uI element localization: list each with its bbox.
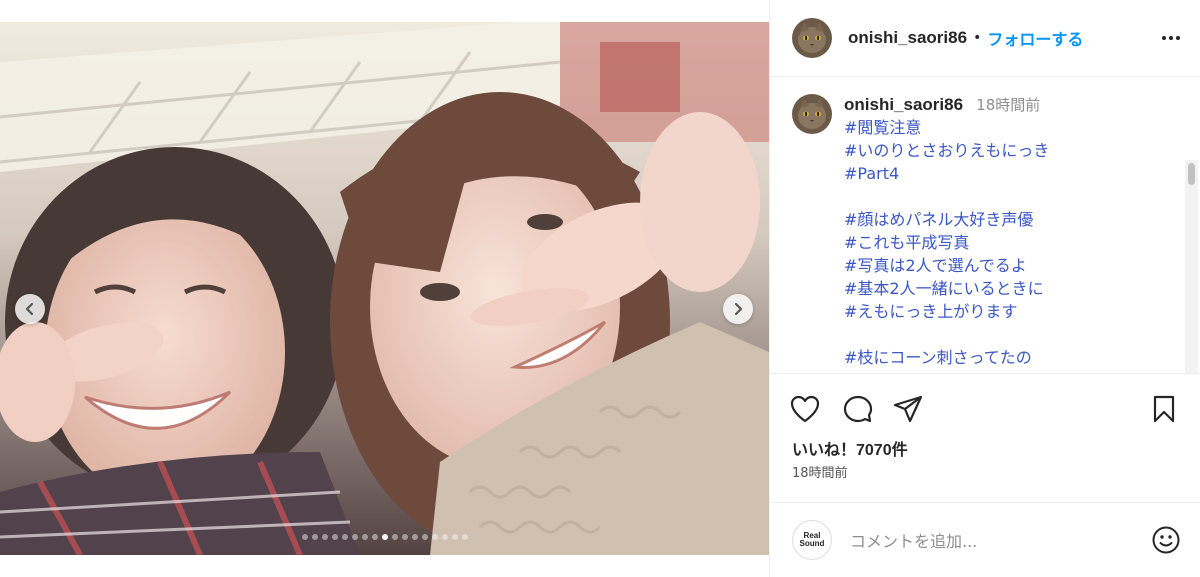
hashtag-link[interactable]: #いのりとさおりえもにっき — [844, 139, 1049, 162]
post-media[interactable] — [0, 22, 769, 555]
caption-timestamp[interactable]: 18時間前 — [976, 96, 1040, 114]
carousel-dot — [301, 534, 308, 540]
post-photo — [0, 22, 769, 555]
scrollbar-thumb[interactable] — [1188, 163, 1195, 185]
caption-meta: onishi_saori86 18時間前 — [844, 94, 1040, 115]
post-side-panel: onishi_saori86 • フォローする onishi_saori86 1… — [769, 0, 1200, 577]
hashtag-link[interactable]: #Part4 — [844, 162, 1049, 185]
logo-line-2: Sound — [799, 539, 825, 548]
comment-input[interactable]: コメントを追加... — [850, 528, 977, 552]
hashtag-link[interactable]: #枝にコーン刺さってたの — [844, 346, 1049, 369]
action-bar — [770, 392, 1200, 426]
carousel-next-button[interactable] — [723, 294, 753, 324]
paper-plane-icon — [893, 395, 923, 423]
likes-count[interactable]: いいね！7070件 — [792, 436, 908, 460]
carousel-dot — [361, 534, 368, 540]
carousel-dot — [341, 534, 348, 540]
carousel-prev-button[interactable] — [15, 294, 45, 324]
bookmark-icon — [1153, 395, 1175, 423]
author-username[interactable]: onishi_saori86 — [848, 28, 967, 48]
carousel-dot — [421, 534, 428, 540]
cat-avatar-image — [792, 94, 832, 134]
hashtag-link[interactable]: #顔はめパネル大好き声優 — [844, 208, 1049, 231]
caption-hashtags: #閲覧注意 #いのりとさおりえもにっき #Part4 #顔はめパネル大好き声優 #これも… — [844, 116, 1049, 369]
carousel-dot — [401, 534, 408, 540]
carousel-dot — [441, 534, 448, 540]
carousel-dot — [461, 534, 468, 540]
carousel-dot — [331, 534, 338, 540]
comment-bubble-icon — [843, 395, 873, 423]
like-button[interactable] — [788, 392, 822, 426]
hashtag-link[interactable]: #基本2人一緒にいるときに — [844, 277, 1049, 300]
more-options-button[interactable] — [1159, 28, 1183, 48]
chevron-left-icon — [25, 302, 34, 316]
comment-bar: Real Sound コメントを追加... — [770, 502, 1200, 577]
caption-username[interactable]: onishi_saori86 — [844, 95, 963, 114]
post-timestamp[interactable]: 18時間前 — [792, 462, 848, 481]
carousel-indicator — [0, 534, 769, 540]
caption-scrollbar[interactable] — [1185, 160, 1198, 373]
caption-author-avatar[interactable] — [792, 94, 832, 134]
follow-button[interactable]: フォローする — [987, 26, 1083, 50]
carousel-dot — [391, 534, 398, 540]
carousel-dot — [371, 534, 378, 540]
instagram-post-page: onishi_saori86 • フォローする onishi_saori86 1… — [0, 0, 1200, 577]
share-button[interactable] — [891, 392, 925, 426]
carousel-dot-active — [381, 534, 388, 540]
more-dot — [1176, 36, 1180, 40]
realsound-logo-avatar: Real Sound — [792, 520, 832, 560]
hashtag-link[interactable]: #写真は2人で選んでるよ — [844, 254, 1049, 277]
heart-icon — [790, 395, 820, 423]
author-avatar[interactable] — [792, 18, 832, 58]
hashtag-link[interactable]: #これも平成写真 — [844, 231, 1049, 254]
carousel-dot — [351, 534, 358, 540]
save-button[interactable] — [1147, 392, 1181, 426]
carousel-dot — [311, 534, 318, 540]
carousel-dot — [431, 534, 438, 540]
cat-avatar-image — [792, 18, 832, 58]
carousel-dot — [411, 534, 418, 540]
more-dot — [1169, 36, 1173, 40]
carousel-dot — [321, 534, 328, 540]
caption-section[interactable]: onishi_saori86 18時間前 #閲覧注意 #いのりとさおりえもにっき #… — [770, 78, 1200, 374]
smiley-icon[interactable] — [1151, 525, 1181, 555]
post-header: onishi_saori86 • フォローする — [770, 0, 1200, 77]
hashtag-link[interactable]: #閲覧注意 — [844, 116, 1049, 139]
chevron-right-icon — [734, 302, 743, 316]
hashtag-link[interactable]: #えもにっき上がります — [844, 300, 1049, 323]
more-horizontal-icon — [1162, 36, 1166, 40]
carousel-dot — [451, 534, 458, 540]
comment-button[interactable] — [841, 392, 875, 426]
separator-dot: • — [973, 30, 982, 46]
